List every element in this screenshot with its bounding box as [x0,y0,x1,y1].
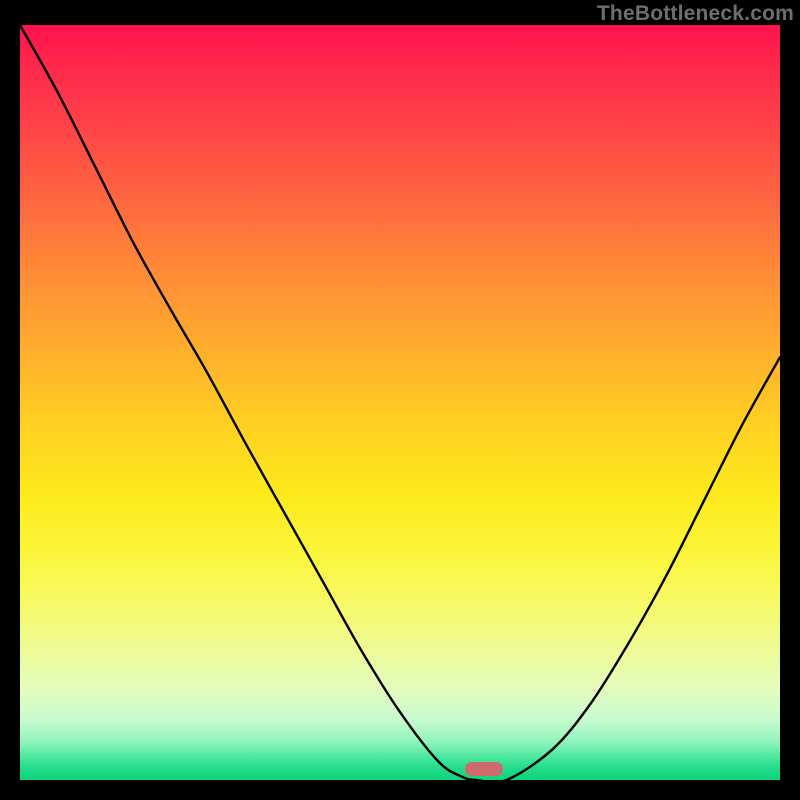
watermark-text: TheBottleneck.com [597,2,794,26]
optimal-marker [465,762,503,776]
bottleneck-curve [20,25,780,780]
plot-area [20,25,780,780]
chart-frame: TheBottleneck.com [0,0,800,800]
